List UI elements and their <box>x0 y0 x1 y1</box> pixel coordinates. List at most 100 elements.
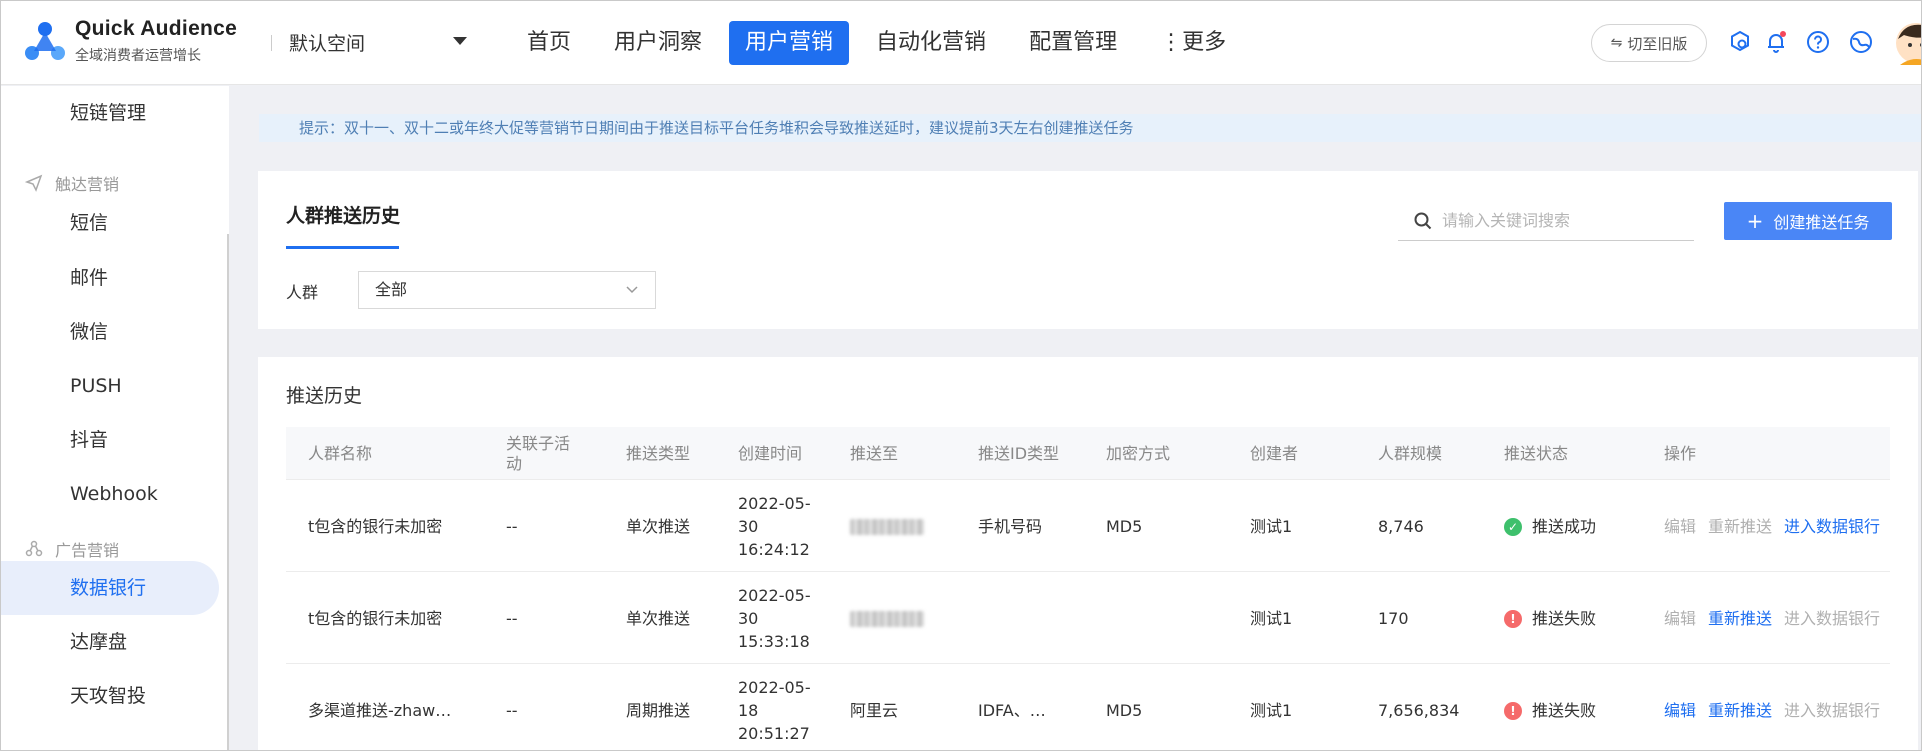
cell-name: 多渠道推送-zhaw… <box>308 700 452 720</box>
cell-size: 170 <box>1378 608 1409 628</box>
globe-icon[interactable] <box>1849 30 1873 54</box>
action-edit-link[interactable]: 编辑 <box>1664 699 1696 723</box>
sidebar-item-4[interactable]: 微信 <box>1 305 219 359</box>
action-repush-link[interactable]: 重新推送 <box>1708 607 1772 631</box>
column-header-8: 人群规模 <box>1378 443 1443 463</box>
plus-icon: + <box>1746 209 1764 233</box>
status-label: 推送失败 <box>1532 700 1597 720</box>
status-badge: ! 推送失败 <box>1504 607 1596 631</box>
workspace-select[interactable]: 默认空间 <box>289 27 469 57</box>
sidebar-scrollbar[interactable] <box>227 234 229 750</box>
cell-type: 单次推送 <box>626 516 691 536</box>
cell-actions: 编辑 重新推送 进入数据银行 <box>1664 665 1880 750</box>
table-row[interactable]: t包含的银行未加密 -- 单次推送 2022-05- 30 15:33:18 测试1 170!… <box>286 573 1890 664</box>
nav-item-5[interactable]: ⋮更多 <box>1144 21 1242 65</box>
sidebar: 短链管理触达营销短信 邮件 微信 PUSH 抖音 Webhook 广告营销 数据银行 达摩盘 天攻… <box>1 86 229 750</box>
cell-type: 周期推送 <box>626 700 691 720</box>
action-links: 编辑 重新推送 进入数据银行 <box>1664 699 1880 723</box>
nav-item-0[interactable]: 首页 <box>511 21 587 65</box>
user-avatar[interactable] <box>1894 21 1922 65</box>
cell-target-redacted <box>850 573 924 664</box>
audience-filter-select[interactable]: 全部 <box>358 271 656 309</box>
search-input[interactable] <box>1442 211 1682 230</box>
cell-encrypt: MD5 <box>1106 516 1143 536</box>
cell-sub: -- <box>506 516 518 536</box>
sidebar-item-11[interactable]: 天攻智投 <box>1 669 219 723</box>
cell-time: 2022-05- 30 15:33:18 <box>738 573 811 664</box>
status-label: 推送成功 <box>1532 516 1597 536</box>
nav-item-3[interactable]: 自动化营销 <box>860 21 1002 65</box>
action-edit-link[interactable]: 编辑 <box>1664 607 1696 631</box>
nav-item-2[interactable]: 用户营销 <box>729 21 850 65</box>
cell-size: 8,746 <box>1378 516 1424 536</box>
action-enter-databank-link[interactable]: 进入数据银行 <box>1784 607 1880 631</box>
switch-old-version-label: 切至旧版 <box>1627 34 1688 53</box>
cell-status: ! 推送失败 <box>1504 665 1596 750</box>
cell-name: t包含的银行未加密 <box>308 516 443 536</box>
switch-old-version-button[interactable]: ⇋ 切至旧版 <box>1591 24 1707 62</box>
tip-banner: 提示：双十一、双十二或年终大促等营销节日期间由于推送目标平台任务堆积会导致推送延… <box>259 114 1921 142</box>
sidebar-group-8: 广告营销 <box>25 534 119 564</box>
cell-encrypt: MD5 <box>1106 700 1143 720</box>
sidebar-item-10[interactable]: 达摩盘 <box>1 615 219 669</box>
column-header-10: 操作 <box>1664 443 1697 463</box>
main-nav: 首页 用户洞察 用户营销 自动化营销 配置管理 ⋮更多 <box>511 21 1253 65</box>
action-repush-link[interactable]: 重新推送 <box>1708 699 1772 723</box>
check-circle-icon: ✓ <box>1504 517 1522 536</box>
table-row[interactable]: t包含的银行未加密 -- 单次推送 2022-05- 30 16:24:12 手机号码 MD5… <box>286 481 1890 572</box>
cell-sub: -- <box>506 608 518 628</box>
column-header-1: 关联子活动 <box>506 433 571 473</box>
tab-audience-push-history[interactable]: 人群推送历史 <box>286 201 400 228</box>
column-header-2: 推送类型 <box>626 443 691 463</box>
action-repush-link[interactable]: 重新推送 <box>1708 515 1772 539</box>
action-edit-link[interactable]: 编辑 <box>1664 515 1696 539</box>
active-tab-indicator <box>286 246 399 249</box>
push-history-card: 推送历史 人群名称 关联子活动 推送类型 创建时间 推送至 推送ID类型 加密方式 创建者 人群… <box>258 357 1918 750</box>
sidebar-item-0[interactable]: 短链管理 <box>1 86 219 140</box>
status-badge: ! 推送失败 <box>1504 699 1596 723</box>
sidebar-group-label: 广告营销 <box>55 541 120 560</box>
time-part: 2022-05- <box>738 678 811 697</box>
share-icon <box>25 540 43 557</box>
time-part: 30 <box>738 517 759 536</box>
sidebar-item-5[interactable]: PUSH <box>1 359 219 413</box>
workspace-select-value: 默认空间 <box>289 32 366 55</box>
push-history-title: 推送历史 <box>286 385 363 407</box>
table-row[interactable]: 多渠道推送-zhaw… -- 周期推送 2022-05- 18 20:51:27 阿里云 ID… <box>286 665 1890 750</box>
time-part: 30 <box>738 609 759 628</box>
help-icon[interactable] <box>1806 30 1830 54</box>
column-header-3: 创建时间 <box>738 443 803 463</box>
brand-title: Quick Audience <box>75 17 238 40</box>
time-part: 15:33:18 <box>738 632 810 651</box>
search-box <box>1398 201 1694 241</box>
audience-filter-label: 人群 <box>286 283 319 302</box>
action-enter-databank-link[interactable]: 进入数据银行 <box>1784 515 1880 539</box>
cell-creator: 测试1 <box>1250 700 1293 720</box>
column-header-4: 推送至 <box>850 443 899 463</box>
cell-status: ! 推送失败 <box>1504 573 1596 664</box>
sidebar-item-3[interactable]: 邮件 <box>1 251 219 305</box>
nav-item-1[interactable]: 用户洞察 <box>598 21 718 65</box>
time-stack: 2022-05- 30 16:24:12 <box>738 492 811 561</box>
create-push-task-button[interactable]: + 创建推送任务 <box>1724 202 1892 240</box>
cell-status: ✓ 推送成功 <box>1504 481 1596 572</box>
cell-creator: 测试1 <box>1250 516 1293 536</box>
sidebar-item-6[interactable]: 抖音 <box>1 413 219 467</box>
audience-filter-value: 全部 <box>375 280 408 299</box>
nav-item-4[interactable]: 配置管理 <box>1013 21 1133 65</box>
sidebar-item-9[interactable]: 数据银行 <box>1 561 219 615</box>
push-history-header-card: 人群推送历史 + 创建推送任务 人群 全部 <box>258 171 1918 329</box>
time-part: 18 <box>738 701 759 720</box>
time-stack: 2022-05- 18 20:51:27 <box>738 676 811 745</box>
bell-icon[interactable] <box>1764 30 1788 54</box>
sidebar-item-7[interactable]: Webhook <box>1 467 219 521</box>
brand[interactable]: Quick Audience 全域消费者运营增长 <box>75 17 237 65</box>
sidebar-group-1: 触达营销 <box>25 168 119 198</box>
sidebar-item-2[interactable]: 短信 <box>1 196 219 250</box>
top-header: Quick Audience 全域消费者运营增长 默认空间 首页 用户洞察 用户营销… <box>1 1 1921 85</box>
action-enter-databank-link[interactable]: 进入数据银行 <box>1784 699 1880 723</box>
sidebar-group-label: 触达营销 <box>55 175 120 194</box>
workbench-icon[interactable] <box>1728 30 1752 54</box>
chevron-down-icon <box>626 286 638 294</box>
time-part: 2022-05- <box>738 494 811 513</box>
